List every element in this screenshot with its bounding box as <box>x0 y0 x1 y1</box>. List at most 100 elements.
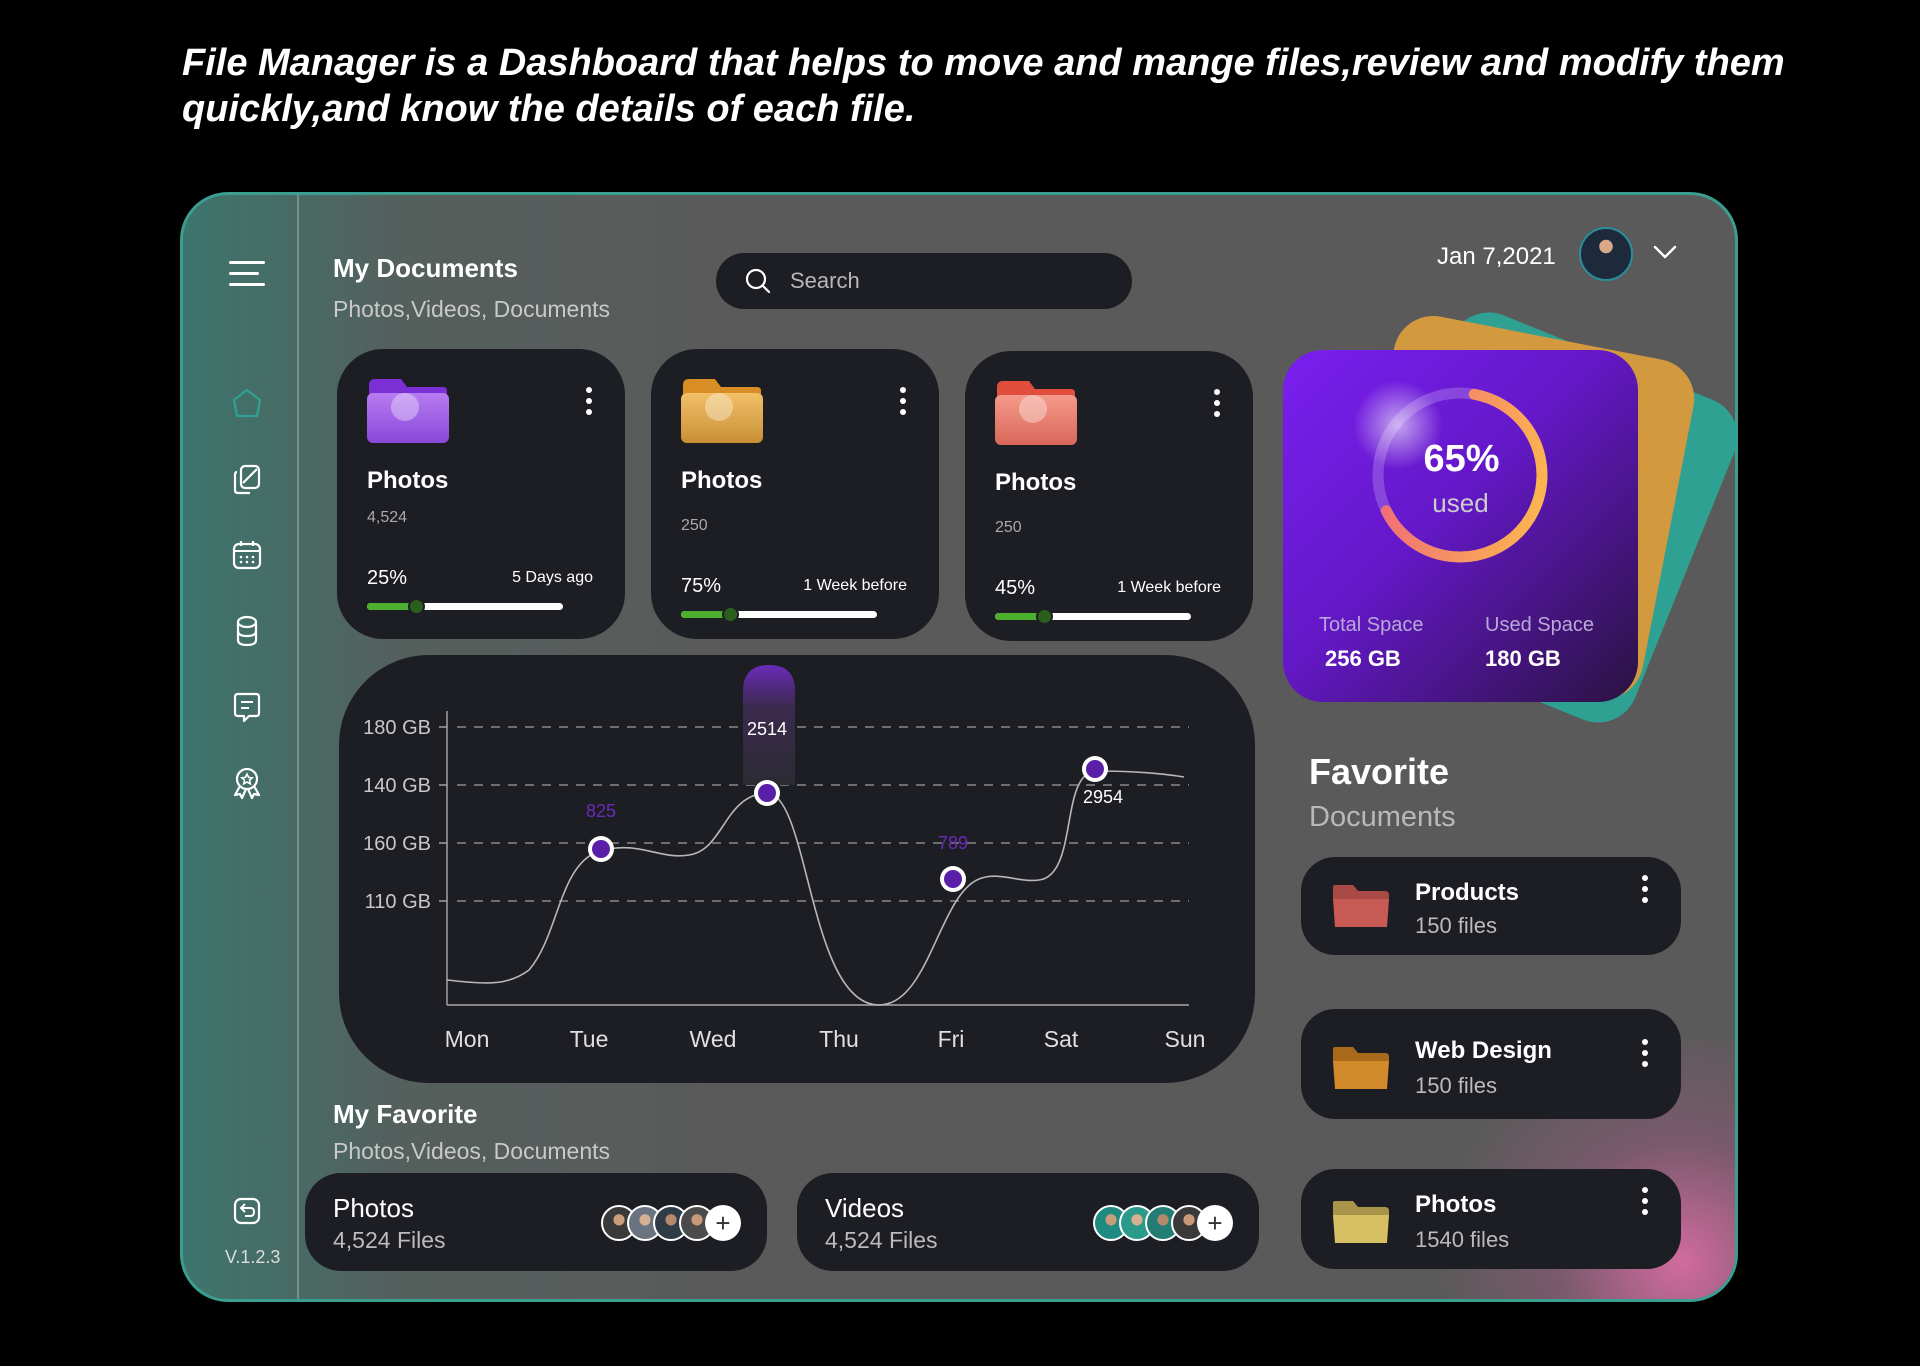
favorite-count: 4,524 Files <box>825 1227 938 1253</box>
favorite-item-count: 150 files <box>1415 1073 1497 1098</box>
sidebar: V.1.2.3 <box>183 195 299 1299</box>
folder-icon <box>995 381 1077 445</box>
favorite-item-name: Web Design <box>1415 1037 1552 1064</box>
series-line <box>446 770 1185 1006</box>
more-options-icon[interactable] <box>1633 1185 1657 1217</box>
folder-icon <box>1333 885 1389 927</box>
progress-bar <box>681 606 877 623</box>
favorite-subtitle: Documents <box>1309 801 1456 833</box>
folder-percent: 45% <box>995 577 1036 599</box>
storage-used-label: used <box>1432 488 1489 518</box>
favorite-title: Favorite <box>1309 751 1450 792</box>
x-tick-label: Fri <box>938 1026 965 1052</box>
more-options-icon[interactable] <box>1633 873 1657 905</box>
favorite-videos-card[interactable]: Videos 4,524 Files + <box>797 1173 1259 1271</box>
my-favorite-subtitle: Photos,Videos, Documents <box>333 1138 611 1164</box>
favorite-photos-card[interactable]: Photos 4,524 Files + <box>305 1173 767 1271</box>
data-point <box>592 840 610 858</box>
more-options-icon[interactable] <box>891 385 915 417</box>
shared-avatars: + <box>601 1205 741 1241</box>
progress-bar <box>995 608 1191 625</box>
folder-count: 250 <box>995 519 1022 536</box>
menu-icon[interactable] <box>229 261 265 287</box>
folder-updated: 1 Week before <box>803 577 907 594</box>
folder-percent: 75% <box>681 575 722 597</box>
storage-percent: 65% <box>1423 438 1500 480</box>
app-window: V.1.2.3 My Documents Photos,Videos, Docu… <box>180 192 1738 1302</box>
folder-updated: 1 Week before <box>1117 579 1221 596</box>
data-point <box>758 784 776 802</box>
calendar-icon[interactable] <box>227 535 267 575</box>
progress-bar <box>367 598 563 615</box>
folder-name: Photos <box>681 467 763 494</box>
favorite-name: Photos <box>333 1193 414 1223</box>
my-favorite-header: My Favorite Photos,Videos, Documents <box>333 1099 610 1165</box>
add-member-icon[interactable]: + <box>705 1205 741 1241</box>
data-label: 2954 <box>1083 787 1123 807</box>
award-icon[interactable] <box>227 763 267 803</box>
favorite-name: Videos <box>825 1193 905 1223</box>
files-icon[interactable] <box>227 459 267 499</box>
folder-updated: 5 Days ago <box>512 569 593 586</box>
folder-card[interactable]: Photos 250 45% 1 Week before <box>965 351 1253 641</box>
page-title: My Documents <box>333 253 518 283</box>
favorite-item-count: 1540 files <box>1415 1227 1510 1252</box>
header-title-block: My Documents Photos,Videos, Documents <box>333 253 610 323</box>
folder-name: Photos <box>995 469 1077 496</box>
folder-icon <box>367 379 449 443</box>
favorite-item-name: Photos <box>1415 1191 1497 1218</box>
folder-name: Photos <box>367 467 449 494</box>
data-label: 2514 <box>747 719 787 739</box>
y-tick-label: 110 GB <box>365 891 431 913</box>
progress-knob[interactable] <box>408 598 425 615</box>
headline: File Manager is a Dashboard that helps t… <box>182 42 1785 130</box>
version-label: V.1.2.3 <box>225 1247 281 1267</box>
search-input[interactable] <box>790 268 1090 294</box>
home-icon[interactable] <box>227 383 267 423</box>
favorite-item-count: 150 files <box>1415 913 1497 938</box>
folder-count: 4,524 <box>367 509 408 526</box>
folder-icon <box>681 379 763 443</box>
usage-chart-svg: 180 GB 140 GB 160 GB 110 GB Mon Tue Wed Thu Fri S… <box>363 665 1206 1052</box>
favorite-count: 4,524 Files <box>333 1227 446 1253</box>
x-tick-label: Wed <box>690 1026 737 1052</box>
chevron-down-icon[interactable] <box>1653 245 1677 259</box>
used-space-value: 180 GB <box>1485 646 1561 671</box>
more-options-icon[interactable] <box>1633 1037 1657 1069</box>
logout-icon[interactable] <box>227 1191 267 1231</box>
favorite-header: Favorite Documents <box>1309 751 1456 834</box>
shared-avatars: + <box>1093 1205 1233 1241</box>
favorite-item-name: Products <box>1415 879 1520 906</box>
folder-icon <box>1333 1047 1389 1089</box>
page-subtitle: Photos,Videos, Documents <box>333 296 611 322</box>
current-date: Jan 7,2021 <box>1437 243 1556 270</box>
y-tick-label: 160 GB <box>363 833 431 855</box>
favorite-products-item[interactable]: Products 150 files <box>1301 857 1681 955</box>
folder-percent: 25% <box>367 567 408 589</box>
favorite-photos-item[interactable]: Photos 1540 files <box>1301 1169 1681 1269</box>
add-member-icon[interactable]: + <box>1197 1205 1233 1241</box>
folder-count: 250 <box>681 517 708 534</box>
x-tick-label: Thu <box>819 1026 859 1052</box>
folder-card[interactable]: Photos 250 75% 1 Week before <box>651 349 939 639</box>
x-tick-label: Tue <box>570 1026 609 1052</box>
chat-icon[interactable] <box>227 687 267 727</box>
used-space-label: Used Space <box>1485 614 1594 636</box>
database-icon[interactable] <box>227 611 267 651</box>
more-options-icon[interactable] <box>577 385 601 417</box>
data-point <box>1086 760 1104 778</box>
avatar[interactable] <box>1579 227 1633 281</box>
search-icon <box>745 268 771 294</box>
folder-icon <box>1333 1201 1389 1243</box>
x-tick-label: Sun <box>1165 1026 1206 1052</box>
folder-card[interactable]: Photos 4,524 25% 5 Days ago <box>337 349 625 639</box>
favorite-web-design-item[interactable]: Web Design 150 files <box>1301 1009 1681 1119</box>
my-favorite-title: My Favorite <box>333 1099 478 1129</box>
y-tick-label: 140 GB <box>363 775 431 797</box>
data-label: 825 <box>586 801 616 821</box>
progress-knob[interactable] <box>722 606 739 623</box>
data-label: 789 <box>938 833 968 853</box>
progress-knob[interactable] <box>1036 608 1053 625</box>
more-options-icon[interactable] <box>1205 387 1229 419</box>
search-bar[interactable] <box>716 253 1132 309</box>
